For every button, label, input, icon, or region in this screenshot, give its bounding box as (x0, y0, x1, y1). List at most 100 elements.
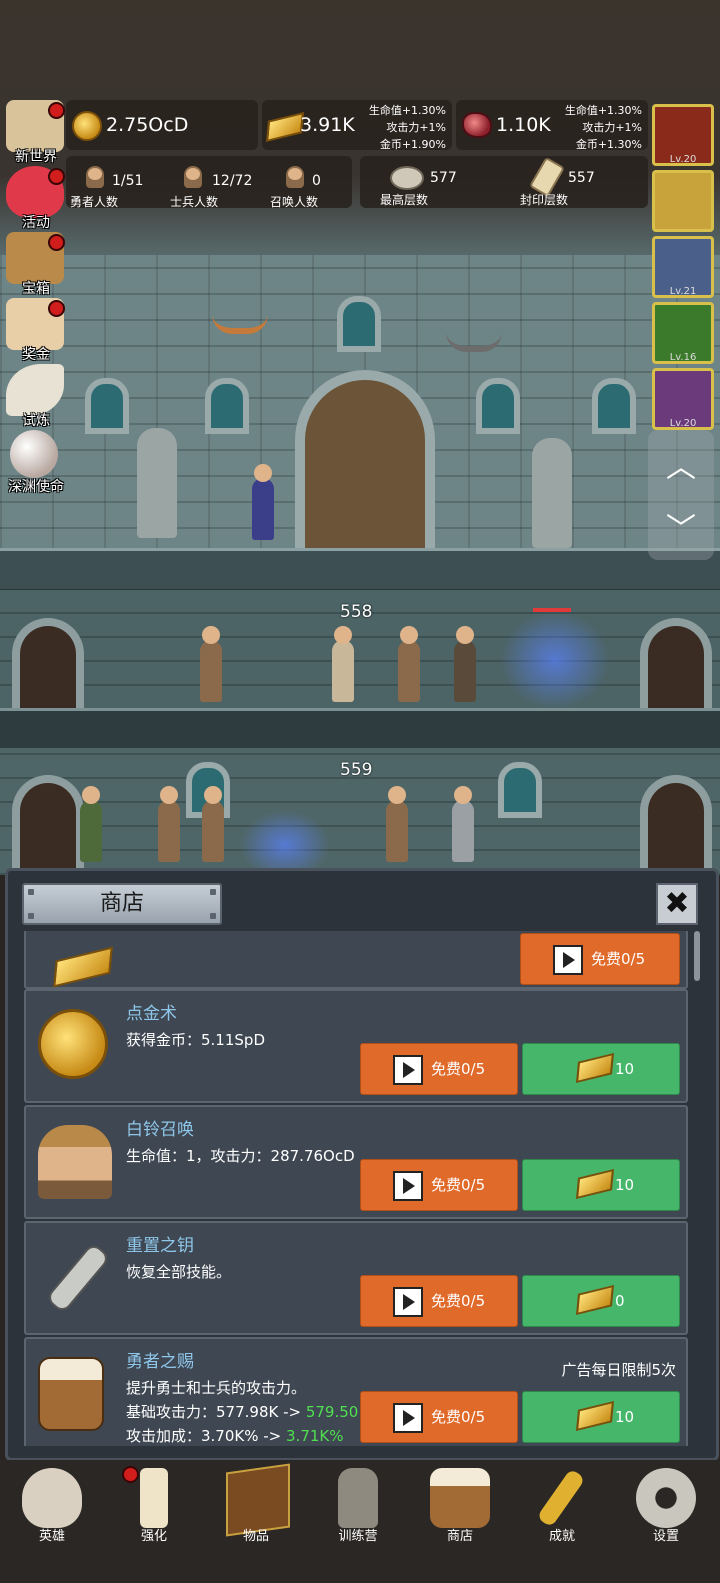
buy-gold-button[interactable]: 10 (522, 1159, 680, 1211)
summon-count-label: 召唤人数 (270, 195, 319, 209)
buff-line: 攻击力+1% (386, 121, 446, 134)
gold-bar-icon (575, 1284, 615, 1316)
soldier[interactable] (454, 626, 476, 702)
ad-limit-note: 广告每日限制5次 (561, 1361, 676, 1379)
side-abyss-mission[interactable]: 深渊使命 (0, 430, 72, 496)
soldier[interactable] (200, 626, 222, 702)
gold-bar-icon (575, 1168, 615, 1200)
dungeon-door (12, 618, 84, 714)
notification-badge (48, 102, 65, 119)
wizard-hero[interactable] (252, 464, 274, 540)
close-button[interactable]: ✖ (656, 883, 698, 925)
side-trial[interactable]: 试炼 (0, 364, 72, 430)
free-ad-button[interactable]: 免费0/5 (360, 1275, 518, 1327)
free-ad-button[interactable]: 免费0/5 (520, 933, 680, 985)
nav-label: 英雄 (38, 1529, 65, 1544)
item-description: 恢复全部技能。 (126, 1263, 232, 1281)
soldier[interactable] (386, 786, 408, 862)
nav-heroes[interactable]: 英雄 (0, 1460, 104, 1583)
summon-count-value: 0 (312, 173, 321, 189)
soldier[interactable] (398, 626, 420, 702)
chevron-down-icon[interactable]: ﹀ (648, 504, 714, 548)
chandelier-left (212, 300, 268, 334)
ruby-gem-icon (462, 112, 492, 138)
notification-badge (48, 300, 65, 317)
window (476, 378, 520, 434)
shop-title-plate: 商店 (22, 883, 222, 925)
soldier[interactable] (452, 786, 474, 862)
nav-shop[interactable]: 商店 (408, 1460, 512, 1583)
side-label: 活动 (22, 215, 50, 231)
shop-item-list[interactable]: 免费0/5 点金术 获得金币：5.11SpD 免费0/5 10 白铃召唤 生命值… (24, 931, 692, 1446)
button-label: 免费0/5 (431, 1060, 486, 1078)
pet-level: Lv.20 (669, 154, 697, 165)
nav-upgrade[interactable]: 强化 (102, 1460, 206, 1583)
gem-panel: 1.10K 生命值+1.30% 攻击力+1% 金币+1.30% (456, 100, 648, 151)
pet-level: Lv.20 (669, 418, 697, 429)
pet-slot-2[interactable] (652, 170, 714, 232)
shop-panel: 商店 ✖ 免费0/5 点金术 获得金币：5.11SpD 免费0/5 10 白铃召… (5, 868, 719, 1461)
side-new-world[interactable]: 新世界 (0, 100, 72, 166)
nav-label: 设置 (652, 1529, 679, 1544)
pet-slot-4[interactable]: Lv.16 (652, 302, 714, 364)
video-play-icon (393, 1287, 423, 1317)
buy-gold-button[interactable]: 10 (522, 1043, 680, 1095)
free-ad-button[interactable]: 免费0/5 (360, 1043, 518, 1095)
side-chest[interactable]: 宝箱 (0, 232, 72, 298)
hero-head-icon (86, 166, 104, 188)
buy-gold-button[interactable]: 0 (522, 1275, 680, 1327)
nav-items[interactable]: 物品 (204, 1460, 308, 1583)
floor-ledge (0, 548, 720, 592)
enemy-group[interactable] (500, 610, 610, 710)
nav-label: 训练营 (338, 1529, 378, 1544)
window (205, 378, 249, 434)
soldier[interactable] (158, 786, 180, 862)
pet-slot-1[interactable]: Lv.20 (652, 104, 714, 166)
floor-ledge (0, 708, 720, 751)
video-play-icon (393, 1171, 423, 1201)
nav-training-camp[interactable]: 训练营 (306, 1460, 410, 1583)
sealed-floor-value: 557 (568, 170, 595, 186)
window (85, 378, 129, 434)
dungeon-door (12, 775, 84, 875)
button-label: 10 (615, 1408, 635, 1426)
chevron-up-icon[interactable]: ︿ (648, 442, 714, 486)
video-play-icon (393, 1055, 423, 1085)
lantern-icon (338, 1468, 378, 1528)
pet-slot-5[interactable]: Lv.20 (652, 368, 714, 430)
beer-mug-icon (430, 1468, 490, 1528)
hero-count-label: 勇者人数 (70, 195, 119, 209)
side-bonus[interactable]: 奖金 (0, 298, 72, 364)
floor-scroll-control: ︿ ﹀ (648, 430, 714, 560)
gold-bar-value: 3.91K (300, 114, 355, 136)
window (337, 296, 381, 352)
gold-panel: 2.75OcD (66, 100, 258, 150)
soldier[interactable] (202, 786, 224, 862)
notification-badge (48, 234, 65, 251)
nav-settings[interactable]: 设置 (614, 1460, 718, 1583)
floor-number-558: 558 (340, 602, 373, 622)
gold-bar-panel: 3.91K 生命值+1.30% 攻击力+1% 金币+1.90% (262, 100, 452, 151)
free-ad-button[interactable]: 免费0/5 (360, 1159, 518, 1211)
scrollbar[interactable] (694, 931, 700, 981)
free-ad-button[interactable]: 免费0/5 (360, 1391, 518, 1443)
sealed-floor-label: 封印层数 (520, 193, 569, 207)
side-label: 奖金 (22, 347, 50, 363)
soldier[interactable] (332, 626, 354, 702)
nav-achievements[interactable]: 成就 (510, 1460, 614, 1583)
pet-level: Lv.16 (669, 352, 697, 363)
pet-slot-3[interactable]: Lv.21 (652, 236, 714, 298)
enemy-group[interactable] (240, 810, 330, 875)
item-title: 点金术 (126, 1004, 177, 1024)
side-event[interactable]: 活动 (0, 166, 72, 232)
item-description: 提升勇士和士兵的攻击力。 (126, 1379, 307, 1397)
soldier[interactable] (80, 786, 102, 862)
buy-gold-button[interactable]: 10 (522, 1391, 680, 1443)
gear-icon (636, 1468, 696, 1528)
chandelier-right (446, 318, 502, 352)
max-floor-value: 577 (430, 170, 457, 186)
video-play-icon (393, 1403, 423, 1433)
shop-title: 商店 (99, 891, 144, 916)
notification-badge (48, 168, 65, 185)
button-label: 免费0/5 (431, 1176, 486, 1194)
